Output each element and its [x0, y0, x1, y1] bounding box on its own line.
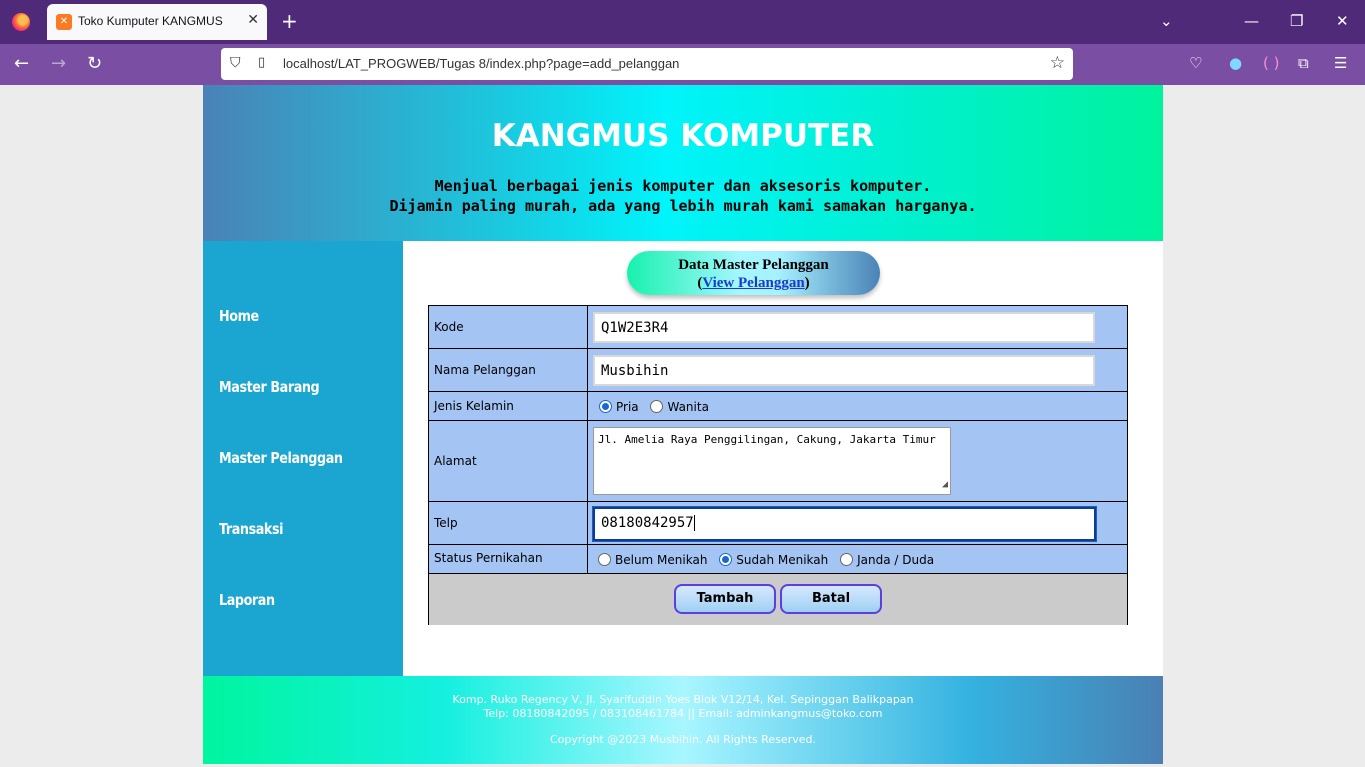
radio-label-belum-menikah: Belum Menikah	[615, 553, 708, 567]
browser-nav-bar: ← → ↻ ⛉ ▯ localhost/LAT_PROGWEB/Tugas 8/…	[0, 44, 1365, 85]
panel-link-line: (View Pelanggan)	[627, 275, 880, 292]
status-pernikahan-radio-group: Belum Menikah Sudah Menikah Janda / Duda	[598, 553, 942, 567]
address-bar[interactable]: ⛉ ▯ localhost/LAT_PROGWEB/Tugas 8/index.…	[221, 48, 1073, 80]
firefox-icon[interactable]	[12, 13, 30, 31]
extension-bracket-icon[interactable]: ( )	[1263, 54, 1279, 72]
column-divider	[587, 349, 588, 392]
form-row-kode: Kode Q1W2E3R4	[429, 306, 1127, 349]
tagline-line-2: Dijamin paling murah, ada yang lebih mur…	[389, 197, 977, 215]
footer-address: Komp. Ruko Regency V, Jl. Syarifuddin Yo…	[452, 693, 914, 706]
column-divider	[587, 421, 588, 502]
radio-option-wanita[interactable]: Wanita	[650, 400, 709, 414]
jenis-kelamin-label: Jenis Kelamin	[434, 399, 514, 413]
customer-form: Kode Q1W2E3R4 Nama Pelanggan Musbihin Je…	[428, 305, 1128, 625]
view-pelanggan-link[interactable]: View Pelanggan	[702, 275, 804, 291]
tab-title: Toko Kumputer KANGMUS	[78, 14, 223, 28]
shield-icon[interactable]: ⛉	[230, 55, 241, 71]
main-content: Data Master Pelanggan (View Pelanggan) K…	[403, 241, 1163, 676]
telp-label: Telp	[434, 516, 458, 530]
radio-label-janda-duda: Janda / Duda	[857, 553, 935, 567]
radio-wanita[interactable]	[650, 400, 664, 413]
pocket-icon[interactable]: ♡	[1189, 54, 1202, 72]
telp-input[interactable]: 08180842957	[593, 507, 1096, 541]
form-row-telp: Telp 08180842957	[429, 502, 1127, 545]
alamat-value: Jl. Amelia Raya Penggilingan, Cakung, Ja…	[598, 433, 936, 446]
nama-label: Nama Pelanggan	[434, 363, 536, 377]
forward-icon[interactable]: →	[51, 53, 66, 74]
radio-option-sudah-menikah[interactable]: Sudah Menikah	[719, 553, 828, 567]
tambah-button[interactable]: Tambah	[674, 584, 776, 614]
browser-tab[interactable]: ✕ Toko Kumputer KANGMUS ✕	[47, 4, 267, 40]
radio-label-pria: Pria	[616, 400, 639, 414]
reload-icon[interactable]: ↻	[87, 53, 102, 74]
footer-copyright: Copyright @2023 Musbihin. All Rights Res…	[550, 733, 816, 746]
url-text[interactable]: localhost/LAT_PROGWEB/Tugas 8/index.php?…	[283, 56, 679, 71]
paren-close: )	[804, 275, 810, 291]
alamat-textarea[interactable]: Jl. Amelia Raya Penggilingan, Cakung, Ja…	[593, 427, 951, 495]
kode-input[interactable]: Q1W2E3R4	[593, 312, 1095, 343]
text-caret	[693, 515, 695, 531]
extensions-puzzle-icon[interactable]: ⧉	[1298, 54, 1309, 72]
extension-dot-icon[interactable]: ●	[1229, 54, 1242, 72]
form-row-status-pernikahan: Status Pernikahan Belum Menikah Sudah Me…	[429, 545, 1127, 574]
radio-label-sudah-menikah: Sudah Menikah	[736, 553, 829, 567]
column-divider	[587, 545, 588, 574]
column-divider	[587, 502, 588, 545]
page-icon[interactable]: ▯	[258, 55, 265, 70]
site-header: KANGMUS KOMPUTER Menjual berbagai jenis …	[203, 85, 1163, 241]
radio-option-belum-menikah[interactable]: Belum Menikah	[598, 553, 707, 567]
panel-title: Data Master Pelanggan	[678, 257, 829, 273]
jenis-kelamin-radio-group: Pria Wanita	[599, 400, 717, 414]
panel-header: Data Master Pelanggan (View Pelanggan)	[627, 251, 880, 295]
minimize-icon[interactable]: —	[1244, 12, 1259, 30]
tagline-line-1: Menjual berbagai jenis komputer dan akse…	[434, 177, 932, 195]
site-title: KANGMUS KOMPUTER	[491, 118, 875, 154]
form-row-nama: Nama Pelanggan Musbihin	[429, 349, 1127, 392]
kode-label: Kode	[434, 320, 464, 334]
column-divider	[587, 392, 588, 421]
close-tab-icon[interactable]: ✕	[247, 12, 259, 28]
telp-value: 08180842957	[601, 515, 694, 531]
sidebar-menu: Home Master Barang Master Pelanggan Tran…	[203, 241, 403, 676]
radio-sudah-menikah[interactable]	[719, 553, 733, 566]
sidebar-item-laporan[interactable]: Laporan	[219, 591, 275, 609]
form-row-jenis-kelamin: Jenis Kelamin Pria Wanita	[429, 392, 1127, 421]
alamat-label: Alamat	[434, 454, 477, 468]
new-tab-icon[interactable]: +	[281, 9, 298, 33]
radio-janda-duda[interactable]	[840, 553, 854, 566]
radio-pria[interactable]	[599, 400, 612, 413]
sidebar-item-master-pelanggan[interactable]: Master Pelanggan	[219, 449, 343, 467]
form-buttons-row: Tambah Batal	[429, 574, 1127, 625]
resize-handle-icon[interactable]: ◢	[942, 477, 948, 492]
radio-option-pria[interactable]: Pria	[599, 400, 639, 414]
back-icon[interactable]: ←	[14, 53, 29, 74]
menu-hamburger-icon[interactable]: ☰	[1334, 54, 1347, 72]
column-divider	[587, 306, 588, 349]
radio-belum-menikah[interactable]	[598, 553, 611, 566]
close-window-icon[interactable]: ✕	[1336, 12, 1349, 30]
footer-contact: Telp: 08180842095 / 083108461784 || Emai…	[483, 707, 883, 720]
radio-label-wanita: Wanita	[667, 400, 709, 414]
nama-input[interactable]: Musbihin	[593, 355, 1095, 386]
status-pernikahan-label: Status Pernikahan	[434, 551, 543, 565]
sidebar-item-transaksi[interactable]: Transaksi	[219, 520, 284, 538]
list-tabs-icon[interactable]: ⌄	[1160, 12, 1173, 30]
bookmark-star-icon[interactable]: ☆	[1050, 53, 1065, 73]
form-row-alamat: Alamat Jl. Amelia Raya Penggilingan, Cak…	[429, 421, 1127, 502]
browser-tab-bar: ✕ Toko Kumputer KANGMUS ✕ + ⌄ — ❐ ✕	[0, 0, 1365, 44]
radio-option-janda-duda[interactable]: Janda / Duda	[840, 553, 934, 567]
sidebar-item-master-barang[interactable]: Master Barang	[219, 378, 320, 396]
web-page: KANGMUS KOMPUTER Menjual berbagai jenis …	[203, 85, 1163, 764]
sidebar-item-home[interactable]: Home	[219, 307, 259, 325]
xampp-icon: ✕	[56, 14, 72, 30]
batal-button[interactable]: Batal	[780, 584, 882, 614]
restore-icon[interactable]: ❐	[1290, 12, 1303, 30]
site-footer: Komp. Ruko Regency V, Jl. Syarifuddin Yo…	[203, 676, 1163, 764]
